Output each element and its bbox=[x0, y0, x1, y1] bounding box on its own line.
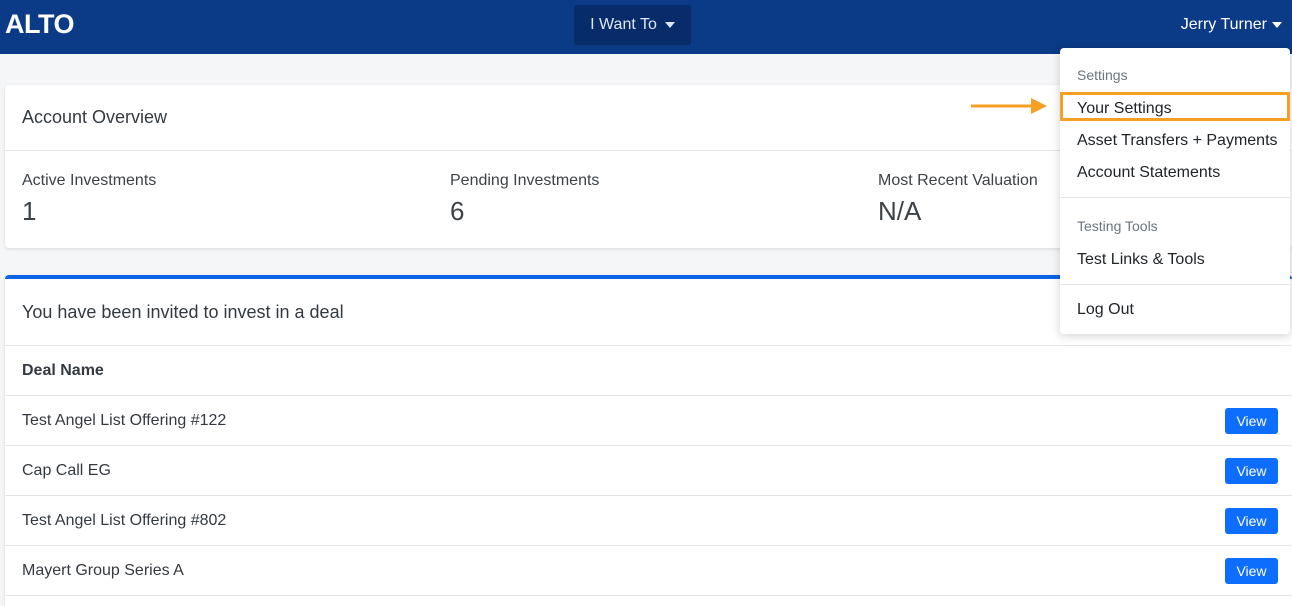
settings-section-header: Settings bbox=[1077, 67, 1128, 83]
menu-item-log-out[interactable]: Log Out bbox=[1060, 296, 1290, 324]
table-row: Mayert Group Series A View bbox=[5, 546, 1292, 596]
view-button[interactable]: View bbox=[1225, 457, 1278, 484]
pointer-arrow-icon bbox=[971, 98, 1047, 114]
menu-item-your-settings[interactable]: Your Settings bbox=[1060, 95, 1290, 123]
table-row: Cap Call EG View bbox=[5, 446, 1292, 496]
deal-name: Mayert Group Series A bbox=[22, 561, 184, 579]
stat-value: 1 bbox=[22, 196, 37, 226]
view-button[interactable]: View bbox=[1225, 407, 1278, 434]
testing-tools-section-header: Testing Tools bbox=[1077, 218, 1158, 234]
deal-name: Test Angel List Offering #122 bbox=[22, 411, 227, 429]
menu-divider bbox=[1060, 284, 1290, 285]
caret-down-icon bbox=[664, 22, 675, 28]
deal-name: Cap Call EG bbox=[22, 461, 111, 479]
menu-divider bbox=[1060, 197, 1290, 198]
menu-item-account-statements[interactable]: Account Statements bbox=[1060, 159, 1290, 187]
stat-pending-investments: Pending Investments 6 bbox=[450, 172, 599, 227]
stat-active-investments: Active Investments 1 bbox=[22, 172, 156, 227]
stat-most-recent-valuation: Most Recent Valuation N/A bbox=[878, 172, 1038, 227]
stat-label: Active Investments bbox=[22, 172, 157, 189]
table-row: Test Angel List Offering #802 View bbox=[5, 496, 1292, 546]
stat-label: Pending Investments bbox=[450, 172, 600, 189]
view-button[interactable]: View bbox=[1225, 557, 1278, 584]
view-button[interactable]: View bbox=[1225, 507, 1278, 534]
deal-name: Test Angel List Offering #802 bbox=[22, 511, 227, 529]
top-navbar: ALTO I Want To Jerry Turner bbox=[0, 0, 1292, 54]
stat-value: 6 bbox=[450, 196, 465, 226]
i-want-to-label: I Want To bbox=[590, 16, 657, 33]
menu-item-asset-transfers-payments[interactable]: Asset Transfers + Payments bbox=[1060, 127, 1290, 155]
user-dropdown-menu: Settings Your Settings Asset Transfers +… bbox=[1060, 48, 1290, 334]
deal-name-column-header: Deal Name bbox=[5, 346, 1292, 396]
menu-item-test-links-tools[interactable]: Test Links & Tools bbox=[1060, 246, 1290, 274]
user-name: Jerry Turner bbox=[1180, 16, 1267, 33]
stat-label: Most Recent Valuation bbox=[878, 172, 1038, 189]
caret-down-icon bbox=[1272, 22, 1282, 28]
alto-logo[interactable]: ALTO bbox=[5, 9, 75, 40]
user-menu-toggle[interactable]: Jerry Turner bbox=[1181, 16, 1282, 34]
stat-value: N/A bbox=[878, 196, 922, 226]
i-want-to-button[interactable]: I Want To bbox=[574, 5, 691, 45]
table-row: Test Angel List Offering #122 View bbox=[5, 396, 1292, 446]
